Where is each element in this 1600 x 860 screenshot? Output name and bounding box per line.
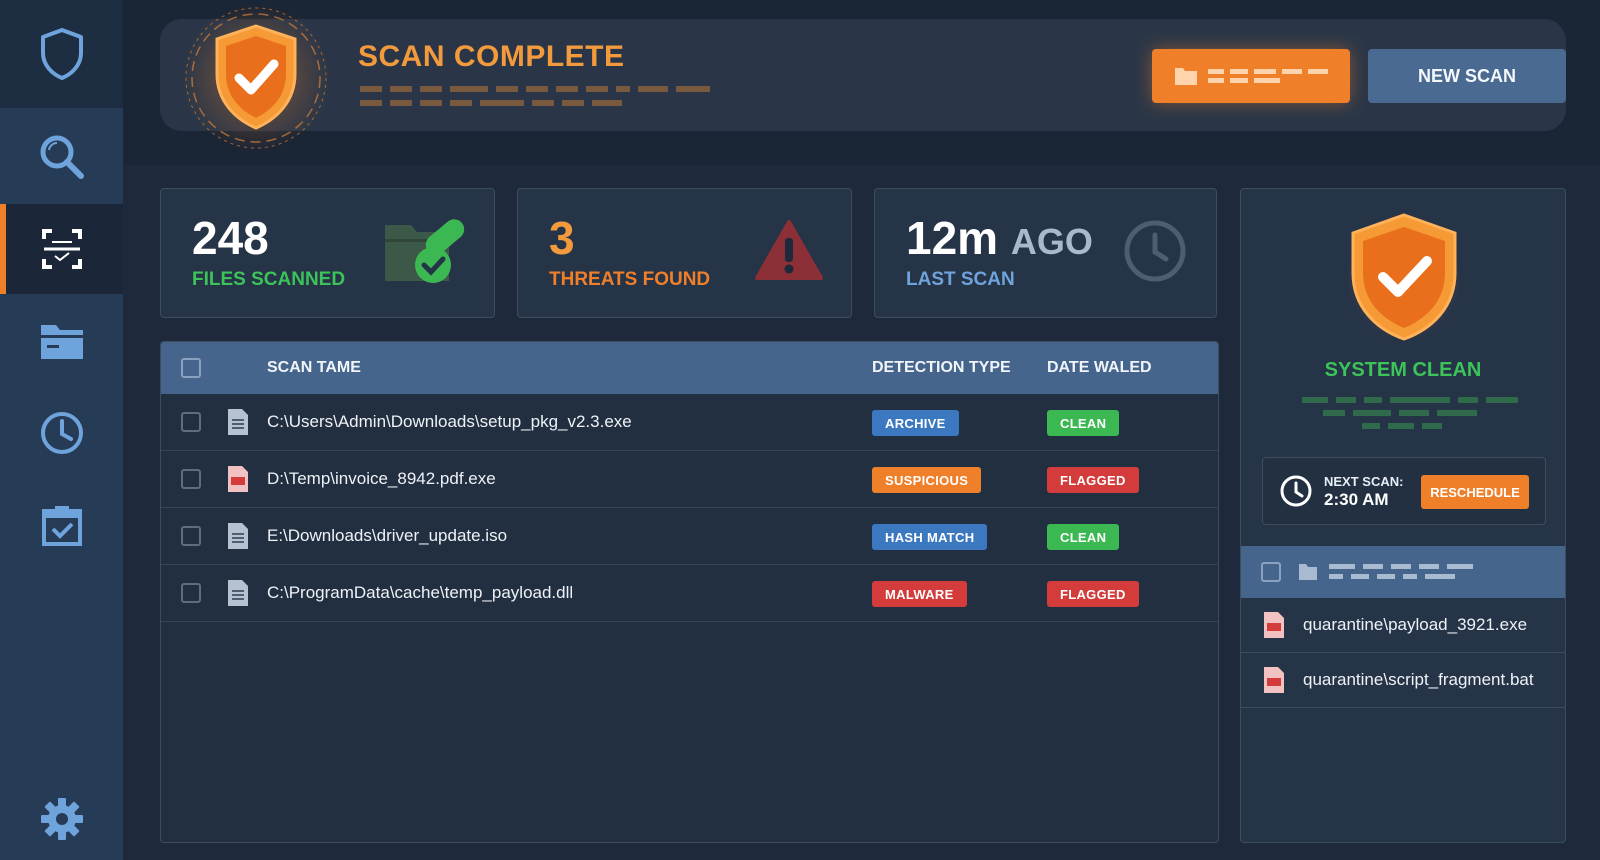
document-icon — [228, 523, 248, 549]
threats-found-count: 3 — [549, 212, 575, 264]
table-row[interactable]: E:\Downloads\driver_update.iso HASH MATC… — [161, 508, 1218, 565]
calendar-check-icon — [41, 506, 82, 546]
redacted-button-label — [1208, 69, 1328, 83]
quarantined-file-icon — [1264, 667, 1284, 693]
threats-found-label: THREATS FOUND — [549, 269, 711, 290]
scan-results-table: SCAN TAME DETECTION TYPE DATE WALED C:\U… — [160, 341, 1219, 843]
row-checkbox[interactable] — [181, 469, 201, 489]
sidebar-item-history[interactable] — [0, 388, 123, 478]
scan-icon — [41, 229, 82, 269]
column-header-name[interactable]: SCAN TAME — [267, 359, 361, 377]
sidebar-item-scan[interactable] — [0, 204, 123, 294]
document-icon — [228, 580, 248, 606]
redacted-status-line-1 — [1302, 397, 1518, 403]
status-badge: CLEAN — [1047, 524, 1120, 550]
warning-icon — [755, 220, 823, 280]
quarantine-file-path: quarantine\script_fragment.bat — [1303, 670, 1534, 689]
detection-badge: MALWARE — [872, 581, 967, 607]
quarantine-item[interactable]: quarantine\script_fragment.bat — [1241, 653, 1565, 708]
open-folder-button[interactable] — [1152, 49, 1350, 103]
last-scan-label: LAST SCAN — [906, 269, 1015, 290]
status-badge: CLEAN — [1047, 410, 1120, 436]
last-scan-time: 12m — [906, 212, 999, 264]
sidebar-item-scheduled[interactable] — [0, 480, 123, 570]
sidebar-item-settings[interactable] — [0, 774, 123, 860]
sidebar — [0, 0, 123, 860]
shield-icon — [40, 28, 83, 80]
folder-icon — [40, 325, 83, 359]
files-scanned-label: FILES SCANNED — [192, 269, 346, 290]
redacted-status-line-2 — [1323, 410, 1477, 416]
system-status-title: SYSTEM CLEAN — [1324, 359, 1482, 381]
select-all-checkbox[interactable] — [181, 358, 201, 378]
table-row[interactable]: C:\Users\Admin\Downloads\setup_pkg_v2.3.… — [161, 394, 1218, 451]
gear-icon — [40, 798, 83, 840]
redacted-status-line-3 — [1362, 423, 1442, 429]
sidebar-item-search[interactable] — [0, 112, 123, 202]
quarantine-select-all-checkbox[interactable] — [1261, 562, 1281, 582]
file-path: C:\ProgramData\cache\temp_payload.dll — [267, 583, 574, 602]
shield-check-icon — [182, 4, 330, 152]
row-checkbox[interactable] — [181, 526, 201, 546]
file-path: E:\Downloads\driver_update.iso — [267, 526, 508, 545]
redacted-subtitle-line-2 — [360, 100, 622, 106]
stat-card-files-scanned: 248 FILES SCANNED — [160, 188, 495, 318]
header-bar — [160, 19, 1566, 131]
sidebar-item-files[interactable] — [0, 296, 123, 386]
quarantine-item[interactable]: quarantine\payload_3921.exe — [1241, 598, 1565, 653]
stat-card-last-scan: 12m AGO LAST SCAN — [874, 188, 1217, 318]
quarantine-file-path: quarantine\payload_3921.exe — [1303, 615, 1528, 634]
detection-badge: HASH MATCH — [872, 524, 988, 550]
redacted-subtitle-line-1 — [360, 86, 710, 92]
next-scan-label: NEXT SCAN: — [1324, 474, 1404, 489]
redacted-quarantine-heading — [1299, 564, 1473, 580]
stat-card-threats-found: 3 THREATS FOUND — [517, 188, 852, 318]
detection-badge: ARCHIVE — [872, 410, 959, 436]
folder-check-icon — [385, 219, 465, 283]
search-icon — [40, 135, 84, 179]
clock-icon — [1124, 220, 1186, 282]
column-header-detection[interactable]: DETECTION TYPE — [872, 359, 1011, 377]
clock-icon — [1280, 475, 1312, 507]
system-status-panel: SYSTEM CLEAN NEXT SCAN: 2:30 AM RESCHEDU… — [1240, 188, 1566, 843]
table-row[interactable]: C:\ProgramData\cache\temp_payload.dll MA… — [161, 565, 1218, 622]
last-scan-value: 12m AGO — [906, 211, 1093, 265]
row-checkbox[interactable] — [181, 583, 201, 603]
new-scan-button[interactable]: NEW SCAN — [1368, 49, 1566, 103]
page-title: SCAN COMPLETE — [358, 40, 625, 73]
files-scanned-count: 248 — [192, 212, 269, 264]
detection-badge: SUSPICIOUS — [872, 467, 982, 493]
table-row[interactable]: D:\Temp\invoice_8942.pdf.exe SUSPICIOUS … — [161, 451, 1218, 508]
quarantine-header — [1241, 546, 1565, 598]
history-icon — [40, 412, 83, 454]
shield-check-icon — [1346, 213, 1462, 341]
last-scan-suffix: AGO — [1010, 221, 1093, 262]
status-badge: FLAGGED — [1047, 581, 1139, 607]
quarantined-file-icon — [1264, 612, 1284, 638]
file-path: C:\Users\Admin\Downloads\setup_pkg_v2.3.… — [267, 412, 632, 431]
reschedule-button[interactable]: RESCHEDULE — [1421, 475, 1529, 509]
sidebar-logo — [0, 0, 123, 108]
pdf-file-icon — [228, 466, 248, 492]
row-checkbox[interactable] — [181, 412, 201, 432]
column-header-date[interactable]: DATE WALED — [1047, 359, 1152, 377]
file-path: D:\Temp\invoice_8942.pdf.exe — [267, 469, 496, 488]
document-icon — [228, 409, 248, 435]
folder-icon — [1175, 68, 1197, 85]
next-scan-box: NEXT SCAN: 2:30 AM RESCHEDULE — [1262, 457, 1546, 525]
status-badge: FLAGGED — [1047, 467, 1139, 493]
next-scan-time: 2:30 AM — [1324, 490, 1389, 509]
table-header: SCAN TAME DETECTION TYPE DATE WALED — [161, 342, 1218, 394]
